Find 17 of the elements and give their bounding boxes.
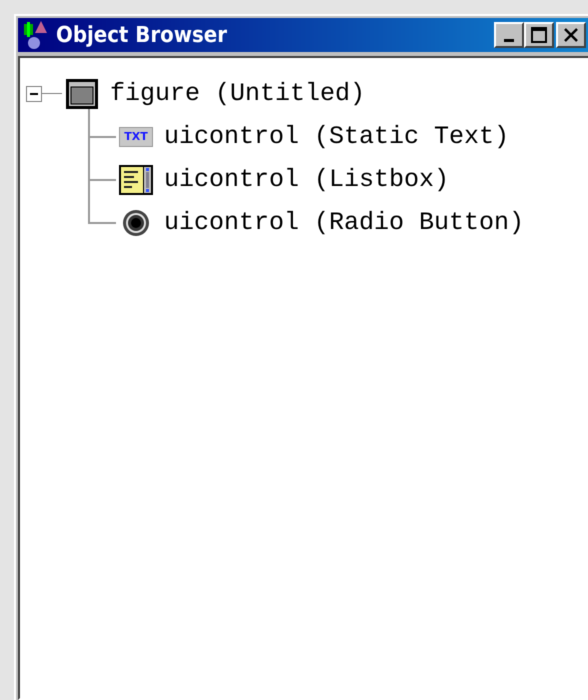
window-title: Object Browser — [56, 22, 228, 48]
close-icon — [563, 27, 579, 43]
tree-item[interactable]: uicontrol (Listbox) — [162, 165, 452, 194]
close-button[interactable] — [556, 22, 586, 48]
tree-item[interactable]: figure (Untitled) — [108, 79, 368, 108]
tree-item[interactable]: uicontrol (Radio Button) — [162, 208, 526, 237]
minimize-icon — [504, 38, 514, 42]
listbox-icon — [118, 164, 154, 196]
radio-button-icon — [122, 208, 150, 236]
maximize-button[interactable] — [524, 22, 554, 48]
collapse-toggle[interactable] — [26, 86, 42, 102]
minimize-button[interactable] — [494, 22, 524, 48]
app-icon — [22, 20, 50, 50]
window-icon — [65, 78, 99, 110]
tree-item[interactable]: uicontrol (Static Text) — [162, 122, 512, 151]
maximize-icon — [530, 26, 548, 44]
text-icon: TXT — [119, 126, 153, 146]
